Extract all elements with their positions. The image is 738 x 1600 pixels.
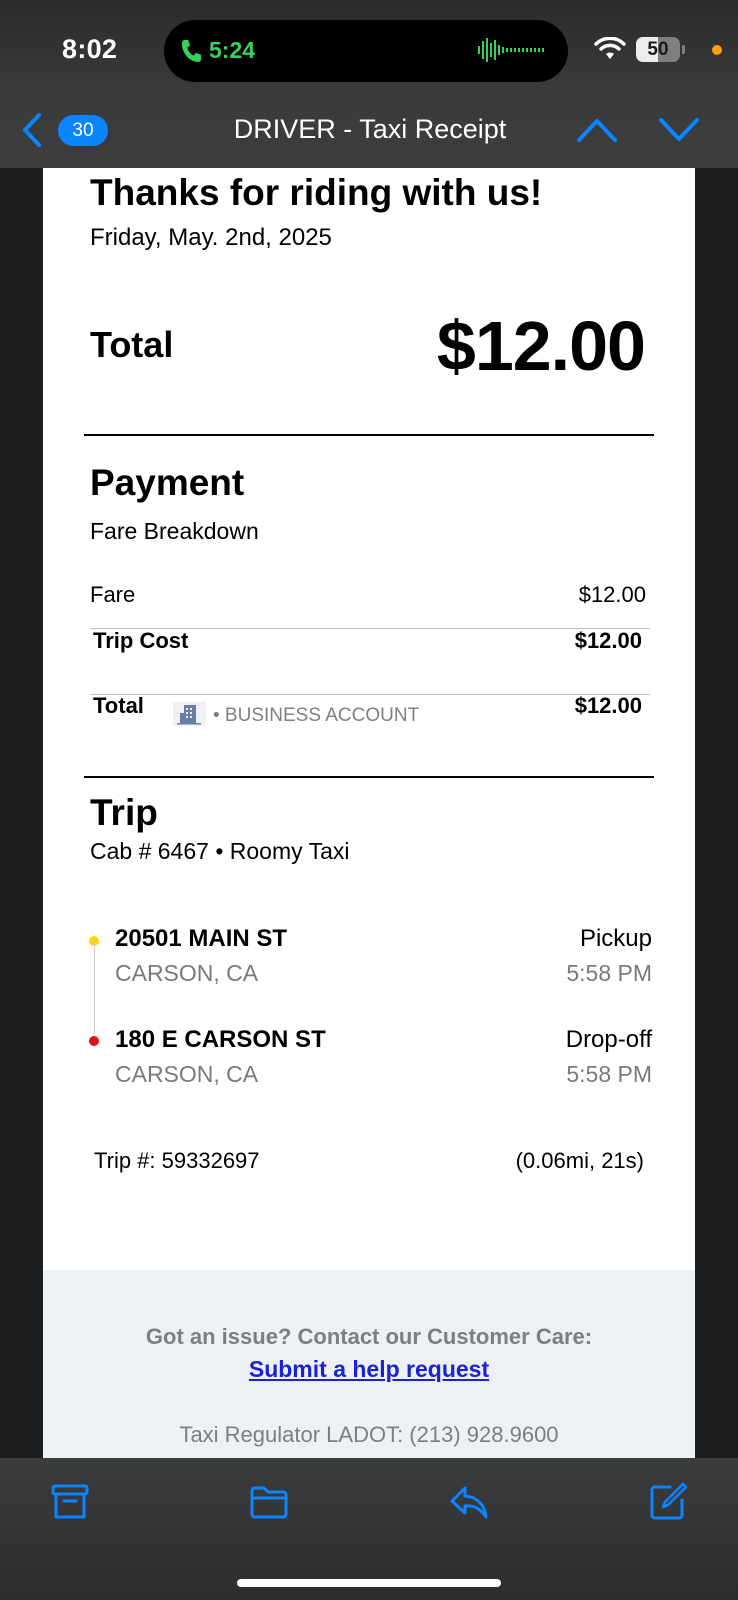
folder-icon[interactable] [249, 1482, 289, 1522]
dropoff-time: 5:58 PM [566, 1061, 652, 1087]
total-label: Total [90, 324, 174, 365]
trip-number: Trip #: 59332697 [94, 1148, 260, 1173]
back-chevron-icon[interactable] [20, 112, 44, 148]
fare-row: Fare $12.00 [90, 574, 646, 614]
archive-icon[interactable] [50, 1482, 90, 1522]
pickup-time: 5:58 PM [566, 960, 652, 986]
payment-total-value: $12.00 [574, 693, 642, 718]
dropoff-address: 180 E CARSON ST [115, 1026, 326, 1053]
wifi-icon [594, 37, 626, 59]
top-bar: 8:02 5:24 50 30 DRIVER - Taxi Receipt [0, 0, 738, 168]
pickup-label: Pickup [579, 925, 652, 952]
dropoff-dot [89, 1036, 99, 1046]
call-duration: 5:24 [209, 37, 256, 63]
dropoff-city: CARSON, CA [115, 1061, 259, 1087]
trip-cost-label: Trip Cost [93, 628, 189, 653]
audio-waveform-icon [478, 38, 544, 62]
payment-total-label: Total [93, 693, 144, 718]
fare-breakdown-label: Fare Breakdown [90, 518, 259, 544]
payment-heading: Payment [90, 462, 245, 503]
trip-heading: Trip [90, 792, 158, 833]
section-divider [84, 776, 654, 778]
dropoff-label: Drop-off [565, 1026, 652, 1053]
trip-cost-row: Trip Cost $12.00 [93, 620, 642, 660]
trip-cost-value: $12.00 [574, 628, 642, 653]
total-amount: $12.00 [436, 307, 646, 385]
bottom-toolbar [0, 1458, 738, 1600]
issue-prompt: Got an issue? Contact our Customer Care: [145, 1324, 593, 1349]
submit-help-request-link[interactable]: Submit a help request [43, 1356, 695, 1383]
receipt-heading: Thanks for riding with us! [90, 172, 543, 213]
route-line [94, 941, 95, 1033]
pickup-address: 20501 MAIN ST [115, 925, 288, 952]
phone-icon [181, 40, 202, 62]
cab-info: Cab # 6467 • Roomy Taxi [90, 838, 350, 864]
business-account-label: • BUSINESS ACCOUNT [213, 705, 420, 726]
battery-indicator: 50 [636, 37, 680, 62]
fare-row-label: Fare [90, 582, 136, 607]
email-subject-title: DRIVER - Taxi Receipt [233, 114, 507, 144]
battery-percent: 50 [647, 39, 669, 60]
receipt-date: Friday, May. 2nd, 2025 [90, 224, 332, 251]
trip-distance-duration: (0.06mi, 21s) [515, 1148, 644, 1173]
status-time: 8:02 [62, 34, 118, 64]
reply-icon[interactable] [449, 1482, 489, 1522]
section-divider [84, 434, 654, 436]
unread-count-badge[interactable]: 30 [58, 115, 108, 146]
previous-message-icon[interactable] [576, 116, 618, 144]
email-viewport[interactable]: Thanks for riding with us! Friday, May. … [0, 168, 738, 1458]
building-icon [173, 702, 206, 726]
next-message-icon[interactable] [658, 116, 700, 144]
regulator-contact: Taxi Regulator LADOT: (213) 928.9600 [179, 1422, 559, 1447]
compose-icon[interactable] [648, 1482, 688, 1522]
pickup-city: CARSON, CA [115, 960, 259, 986]
receipt-card: Thanks for riding with us! Friday, May. … [43, 168, 695, 1458]
microphone-indicator-dot [712, 45, 722, 55]
home-indicator[interactable] [237, 1579, 501, 1587]
battery-tip [682, 45, 685, 54]
fare-row-value: $12.00 [578, 582, 646, 607]
support-footer: Got an issue? Contact our Customer Care:… [43, 1270, 695, 1458]
